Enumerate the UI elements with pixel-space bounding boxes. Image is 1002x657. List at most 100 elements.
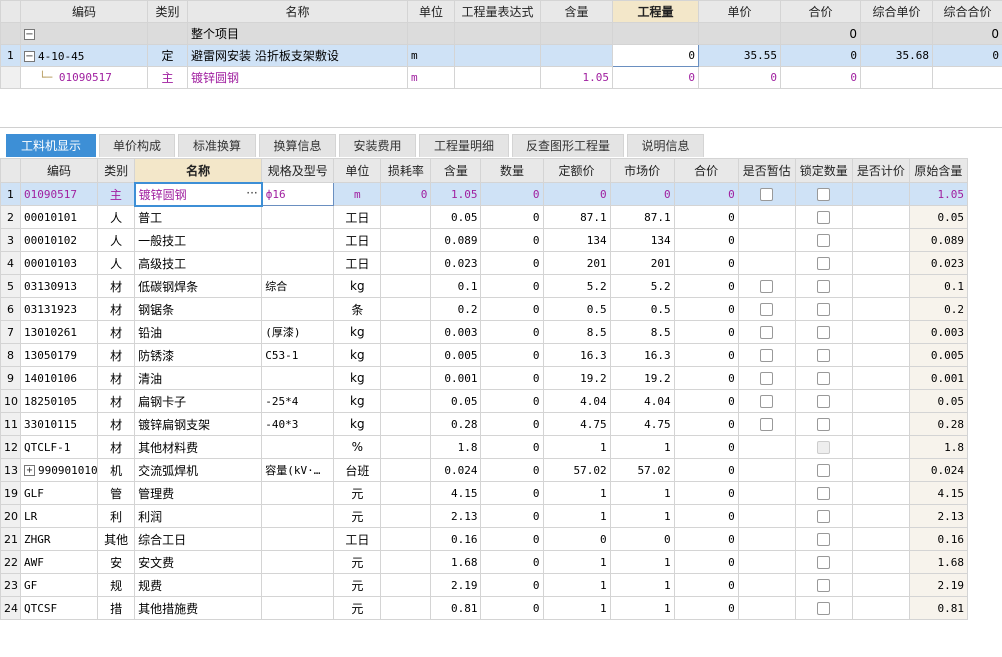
material-row[interactable]: 5 03130913 材低碳钢焊条 综合 kg 0.1 0 5.2 5.2 0 0.1	[0, 274, 969, 298]
material-market-price[interactable]: 1	[609, 504, 675, 528]
material-lock-cell[interactable]	[794, 435, 853, 459]
material-code[interactable]: 00010103	[20, 251, 99, 275]
material-estimated-cell[interactable]	[737, 527, 796, 551]
material-estimated-cell[interactable]	[737, 573, 796, 597]
material-type[interactable]: 机	[97, 458, 136, 482]
tab-description[interactable]: 说明信息	[627, 134, 704, 157]
material-unit[interactable]: 台班	[333, 458, 382, 482]
child-price[interactable]: 0	[698, 66, 781, 89]
header-comp-price[interactable]: 综合单价	[860, 0, 933, 23]
item-name[interactable]: 避雷网安装 沿折板支架敷设	[187, 44, 408, 67]
material-lock-cell[interactable]	[794, 458, 853, 482]
material-unit[interactable]: 工日	[333, 228, 382, 252]
material-spec[interactable]	[261, 504, 335, 528]
material-content[interactable]: 0.1	[430, 274, 482, 298]
estimated-checkbox[interactable]	[760, 326, 774, 339]
material-code[interactable]: 00010101	[20, 205, 99, 229]
material-name[interactable]: 扁钢卡子	[134, 389, 263, 413]
tab-price-composition[interactable]: 单价构成	[99, 134, 175, 157]
material-estimated-cell[interactable]	[737, 343, 796, 367]
material-name[interactable]: 综合工日	[134, 527, 263, 551]
material-market-price[interactable]: 134	[609, 228, 675, 252]
material-content[interactable]: 2.13	[430, 504, 482, 528]
header-type[interactable]: 类别	[147, 0, 188, 23]
material-loss-rate[interactable]	[380, 504, 432, 528]
material-market-price[interactable]: 19.2	[609, 366, 675, 390]
material-row[interactable]: 2 00010101 人普工 工日 0.05 0 87.1 87.1 0 0.05	[0, 205, 969, 229]
lock-quantity-checkbox[interactable]	[817, 464, 831, 477]
material-lock-cell[interactable]	[794, 481, 853, 505]
material-name[interactable]: 普工	[134, 205, 263, 229]
header-unit[interactable]: 单位	[333, 158, 382, 183]
material-content[interactable]: 0.28	[430, 412, 482, 436]
lock-quantity-checkbox[interactable]	[817, 602, 831, 615]
material-unit[interactable]: 工日	[333, 251, 382, 275]
material-market-price[interactable]: 201	[609, 251, 675, 275]
material-priced[interactable]	[851, 527, 910, 551]
material-spec[interactable]	[261, 596, 335, 620]
material-lock-cell[interactable]	[794, 205, 853, 229]
material-quantity[interactable]: 0	[480, 573, 544, 597]
material-type[interactable]: 材	[97, 389, 136, 413]
header-quantity[interactable]: 数量	[480, 158, 544, 183]
material-spec[interactable]: 综合	[261, 274, 335, 298]
material-lock-cell[interactable]	[794, 343, 853, 367]
material-loss-rate[interactable]	[380, 458, 432, 482]
material-quantity[interactable]: 0	[480, 596, 544, 620]
child-name[interactable]: 镀锌圆钢	[187, 66, 408, 89]
material-spec[interactable]: ф16	[261, 182, 335, 206]
header-code[interactable]: 编码	[20, 158, 99, 183]
material-content[interactable]: 0.81	[430, 596, 482, 620]
item-row[interactable]: 1 −4-10-45 定 避雷网安装 沿折板支架敷设 m 0 35.55 0 3…	[0, 44, 1002, 67]
lock-quantity-checkbox[interactable]	[817, 579, 831, 592]
material-market-price[interactable]: 4.75	[609, 412, 675, 436]
estimated-checkbox[interactable]	[760, 303, 774, 316]
material-lock-cell[interactable]	[794, 504, 853, 528]
header-market-price[interactable]: 市场价	[609, 158, 675, 183]
material-quota-price[interactable]: 0.5	[542, 297, 611, 321]
material-spec[interactable]	[261, 228, 335, 252]
material-loss-rate[interactable]	[380, 527, 432, 551]
material-row[interactable]: 22 AWF 安安文费元 1.68 0 1 1 0 1.68	[0, 550, 969, 574]
header-content[interactable]: 含量	[540, 0, 613, 23]
material-quantity[interactable]: 0	[480, 182, 544, 206]
tab-material-display[interactable]: 工料机显示	[6, 134, 96, 157]
material-quota-price[interactable]: 4.04	[542, 389, 611, 413]
estimated-checkbox[interactable]	[760, 372, 774, 385]
item-row-child[interactable]: └─ 01090517 主 镀锌圆钢 m 1.05 0 0 0	[0, 66, 1002, 89]
material-name[interactable]: 一般技工	[134, 228, 263, 252]
material-lock-cell[interactable]	[794, 596, 853, 620]
material-estimated-cell[interactable]	[737, 251, 796, 275]
material-code[interactable]: 13010261	[20, 320, 99, 344]
material-lock-cell[interactable]	[794, 389, 853, 413]
lock-quantity-checkbox[interactable]	[817, 326, 831, 339]
material-quota-price[interactable]: 1	[542, 573, 611, 597]
item-expr[interactable]	[454, 44, 541, 67]
material-row[interactable]: 13 +990901010 机交流弧焊机 容量(kV·… 台班 0.024 0 57.02 57…	[0, 458, 969, 482]
group-toggle-cell[interactable]: −	[20, 22, 148, 45]
lock-quantity-checkbox[interactable]	[817, 510, 831, 523]
material-lock-cell[interactable]	[794, 412, 853, 436]
material-type[interactable]: 材	[97, 343, 136, 367]
material-quota-price[interactable]: 4.75	[542, 412, 611, 436]
material-estimated-cell[interactable]	[737, 389, 796, 413]
material-quantity[interactable]: 0	[480, 228, 544, 252]
material-estimated-cell[interactable]	[737, 596, 796, 620]
material-content[interactable]: 1.05	[430, 182, 482, 206]
material-type[interactable]: 人	[97, 228, 136, 252]
material-code[interactable]: LR	[20, 504, 99, 528]
material-lock-cell[interactable]	[794, 251, 853, 275]
lock-quantity-checkbox[interactable]	[817, 395, 831, 408]
material-priced[interactable]	[851, 550, 910, 574]
material-loss-rate[interactable]	[380, 596, 432, 620]
material-unit[interactable]: kg	[333, 366, 382, 390]
material-name[interactable]: 高级技工	[134, 251, 263, 275]
material-type[interactable]: 材	[97, 297, 136, 321]
material-quantity[interactable]: 0	[480, 550, 544, 574]
material-loss-rate[interactable]	[380, 412, 432, 436]
lock-quantity-checkbox[interactable]	[817, 257, 831, 270]
material-market-price[interactable]: 1	[609, 435, 675, 459]
expand-icon[interactable]: +	[24, 465, 36, 476]
material-lock-cell[interactable]	[794, 320, 853, 344]
header-total[interactable]: 合价	[673, 158, 739, 183]
